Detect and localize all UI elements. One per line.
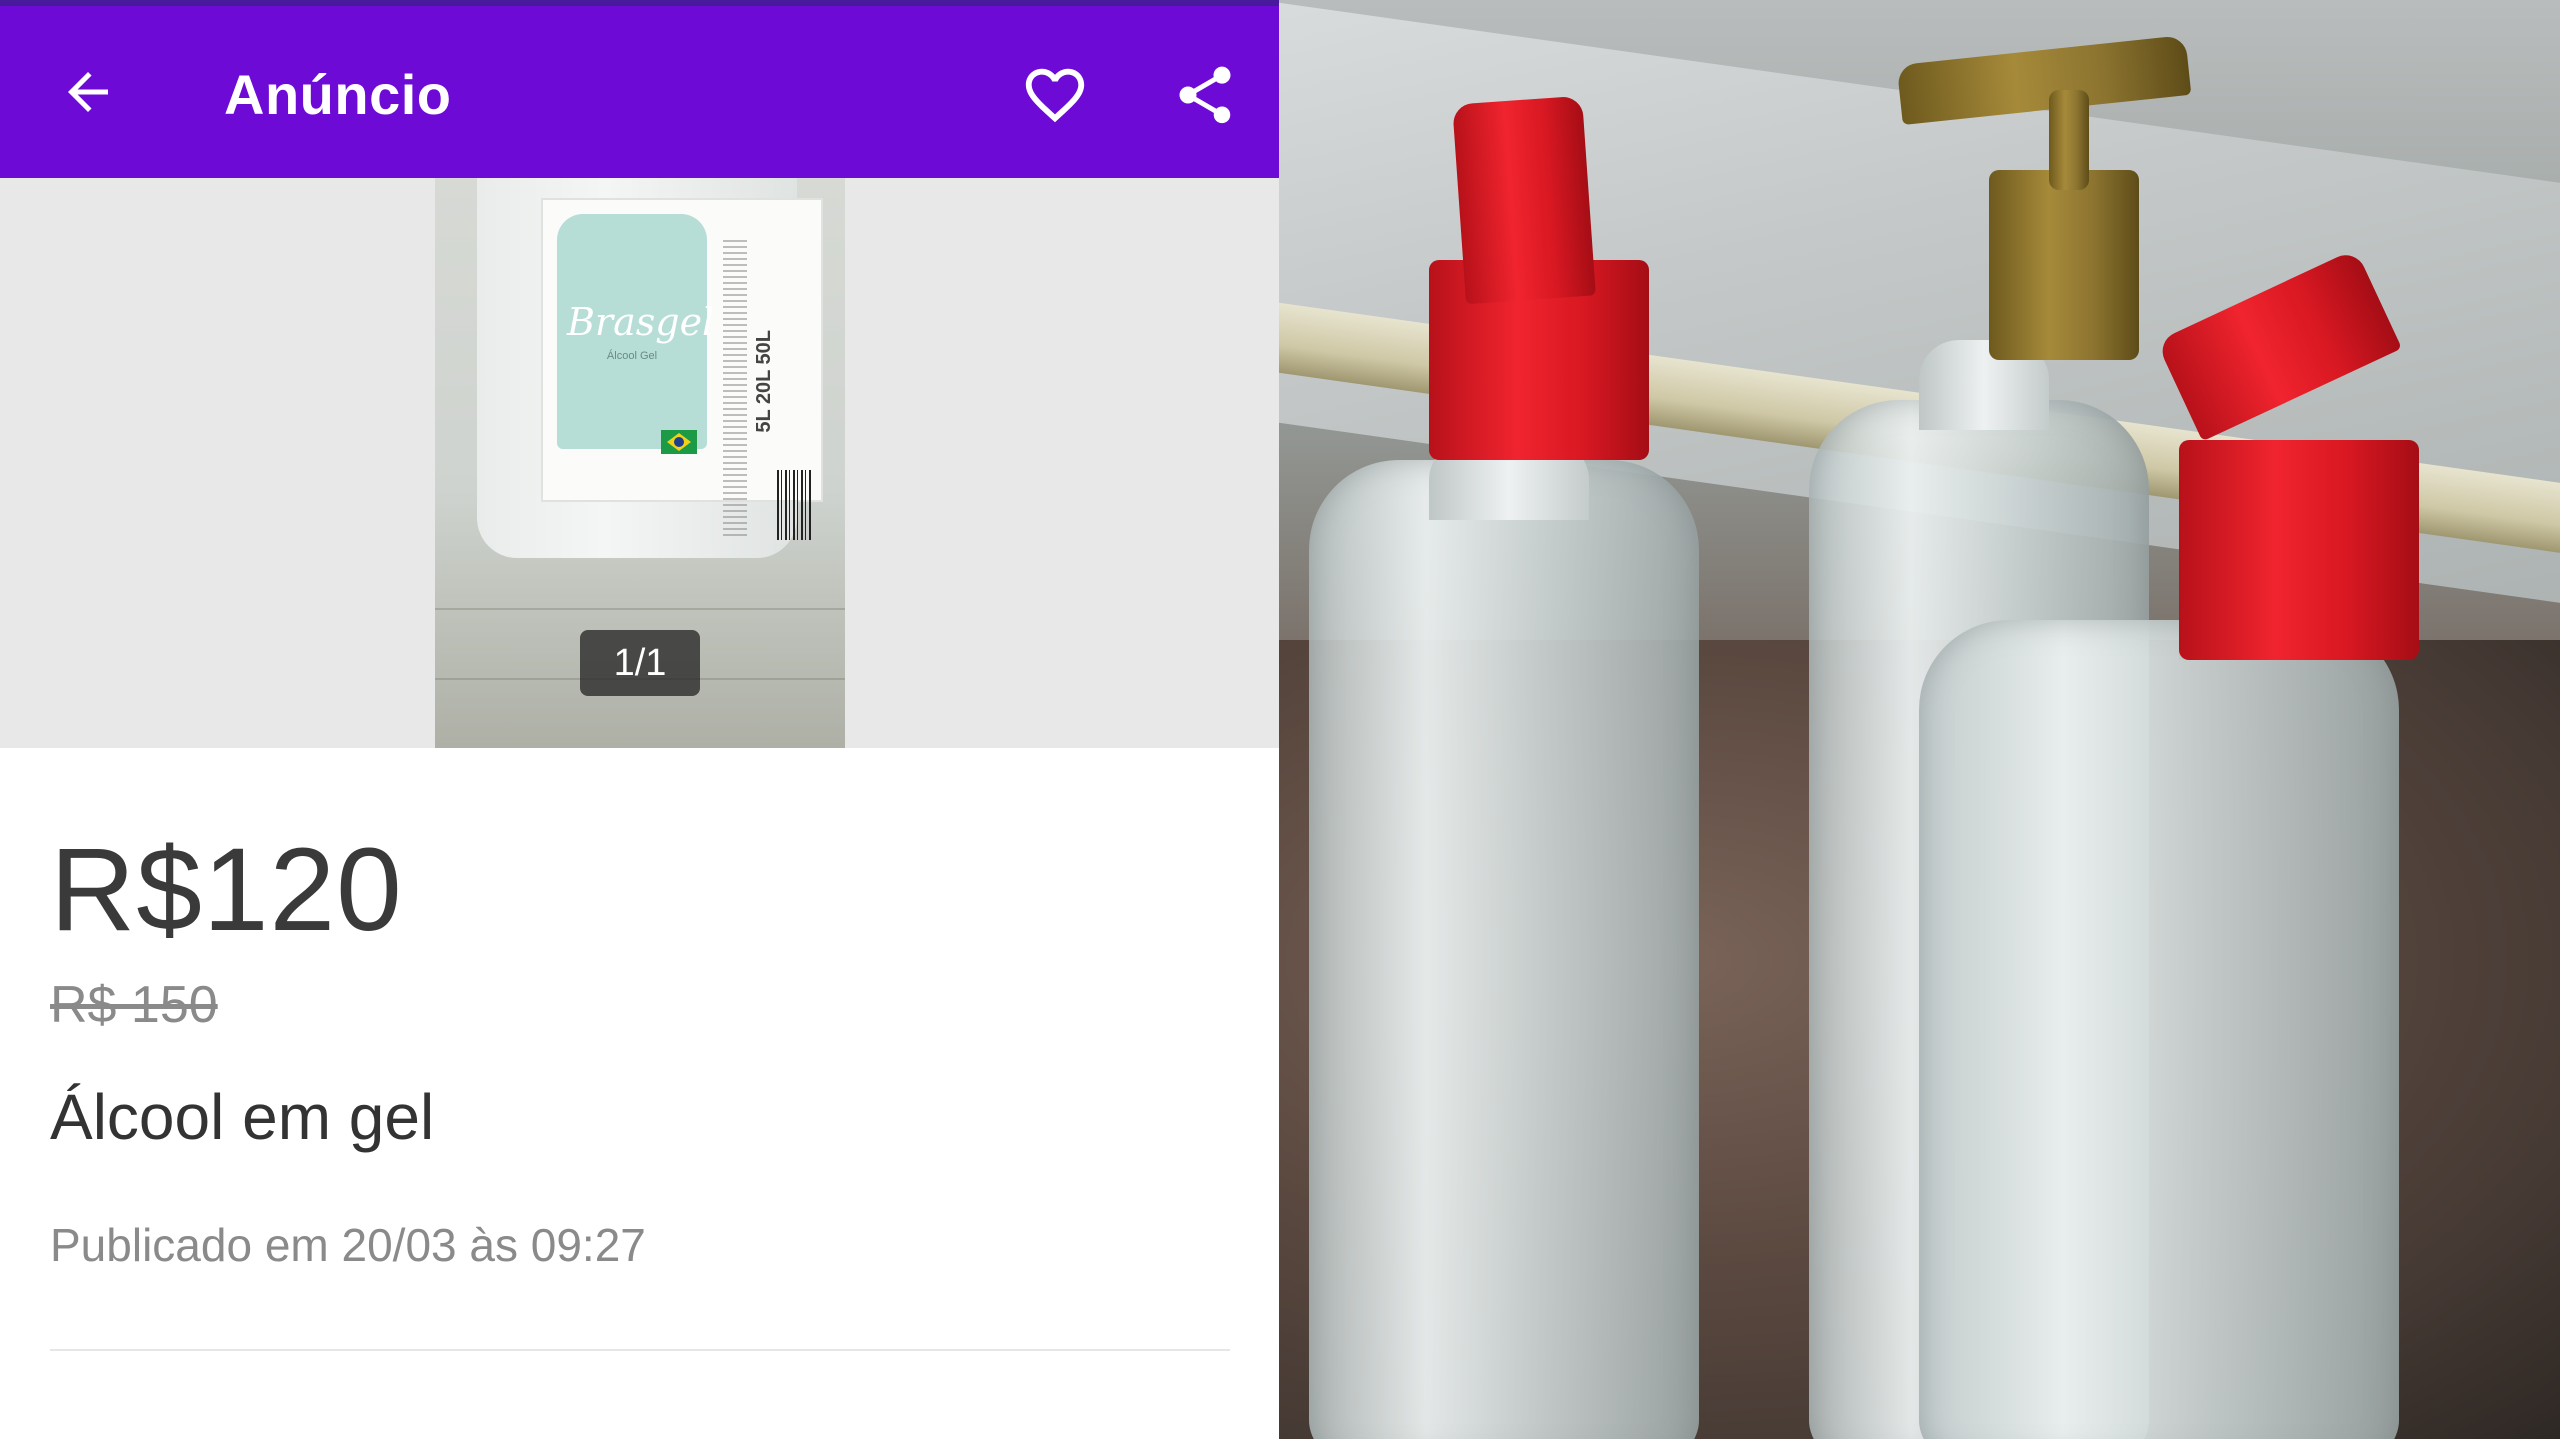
label-fine-print xyxy=(723,240,747,540)
favorite-button[interactable] xyxy=(1010,50,1100,140)
old-price: R$ 150 xyxy=(50,976,218,1034)
label-brand: Brasgel xyxy=(567,300,715,344)
back-button[interactable] xyxy=(46,50,130,134)
bottle-gold-cap xyxy=(1989,170,2139,360)
bottle-gold-stem xyxy=(2049,90,2089,190)
label-subtitle: Álcool Gel xyxy=(606,350,658,362)
image-gallery[interactable]: Brasgel Álcool Gel 5L 20L 50L 1/1 xyxy=(0,178,1279,748)
product-label: Brasgel Álcool Gel 5L 20L 50L xyxy=(541,198,823,540)
flag-globe xyxy=(674,437,684,447)
brazil-flag-icon xyxy=(661,430,697,454)
gel-jug: Brasgel Álcool Gel 5L 20L 50L xyxy=(477,178,823,558)
bottle-right-cap xyxy=(2179,440,2419,660)
bottle-left-body xyxy=(1309,460,1699,1439)
label-sizes: 5L 20L 50L xyxy=(753,330,775,433)
published-date: Publicado em 20/03 às 09:27 xyxy=(50,1219,646,1271)
share-icon xyxy=(1179,66,1231,124)
heart-outline-icon xyxy=(1025,68,1085,123)
app-screenshot-panel: Anúncio Brasgel Álcool Gel 5L 20L 50L 1/… xyxy=(0,0,1279,1439)
share-button[interactable] xyxy=(1160,50,1250,140)
floor-line xyxy=(435,608,845,610)
barcode-icon xyxy=(777,470,813,540)
arrow-left-icon xyxy=(68,72,108,112)
page-title: Anúncio xyxy=(224,63,452,126)
bottle-left-spout xyxy=(1452,95,1596,305)
image-counter: 1/1 xyxy=(580,630,700,696)
divider xyxy=(50,1349,1230,1351)
bottles-photo xyxy=(1279,0,2560,1439)
price: R$120 xyxy=(50,824,403,956)
ad-title: Álcool em gel xyxy=(50,1081,435,1153)
app-bar: Anúncio xyxy=(0,6,1279,178)
bottle-right-body xyxy=(1919,620,2399,1439)
